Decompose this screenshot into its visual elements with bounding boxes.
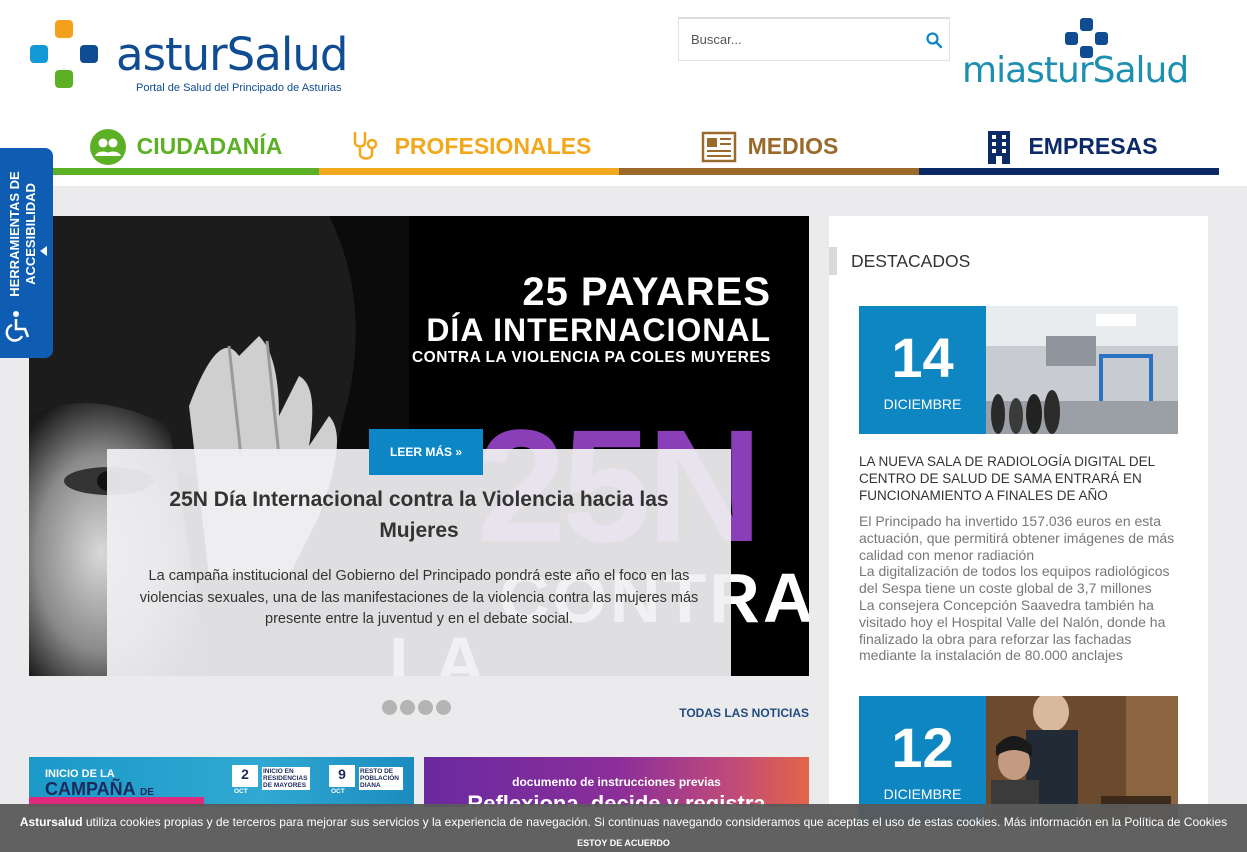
logo-subtitle: Portal de Salud del Principado de Asturi… bbox=[136, 82, 342, 94]
search-icon[interactable] bbox=[925, 31, 943, 49]
featured-month: Diciembre bbox=[883, 396, 962, 412]
logo-wordmark: asturSalud bbox=[116, 28, 348, 81]
nav-label: Profesionales bbox=[394, 133, 592, 159]
miastursalud-logo[interactable]: miasturSalud bbox=[962, 18, 1212, 92]
banner-text-word: CAMPAÑA bbox=[45, 779, 135, 799]
banner-date-label: RESTO DE POBLACIÓN DIANA bbox=[359, 767, 403, 790]
cookie-brand: Astursalud bbox=[19, 815, 83, 829]
site-header: asturSalud Portal de Salud del Principad… bbox=[0, 0, 1247, 186]
slider-dots bbox=[382, 700, 451, 715]
nav-underline bbox=[619, 168, 919, 175]
slider-dot[interactable] bbox=[400, 700, 415, 715]
nav-medios[interactable]: Medios bbox=[619, 118, 919, 175]
cookie-banner: Astursalud utiliza cookies propias y de … bbox=[0, 804, 1247, 852]
featured-item-image[interactable]: 14 Diciembre bbox=[859, 306, 1178, 434]
cookie-text: Astursalud utiliza cookies propias y de … bbox=[0, 815, 1247, 829]
newspaper-icon bbox=[700, 128, 738, 166]
featured-month: Diciembre bbox=[883, 786, 962, 802]
hero-headline-3: CONTRA LA VIOLENCIA PA COLES MUYERES bbox=[411, 349, 771, 366]
astursalud-cross-icon bbox=[30, 20, 98, 88]
search-box bbox=[678, 17, 950, 61]
nav-underline bbox=[319, 168, 619, 175]
stethoscope-icon bbox=[347, 128, 385, 166]
featured-title[interactable]: La nueva sala de radiología digital del … bbox=[859, 453, 1169, 504]
featured-heading: Destacados bbox=[829, 247, 970, 275]
nav-label: Ciudadanía bbox=[136, 133, 283, 159]
featured-bullet: El Principado ha invertido 157.036 euros… bbox=[859, 513, 1175, 563]
banner-text: documento de instrucciones previas bbox=[512, 775, 721, 789]
nav-label: Medios bbox=[747, 133, 839, 159]
slider-dot[interactable] bbox=[418, 700, 433, 715]
users-icon bbox=[89, 128, 127, 166]
accessibility-label: Herramientas de accesibilidad bbox=[7, 171, 38, 297]
hero-title[interactable]: 25N Día Internacional contra la Violenci… bbox=[151, 484, 687, 546]
all-news-link[interactable]: Todas las noticias bbox=[679, 706, 809, 720]
featured-bullet: La consejera Concepción Saavedra también… bbox=[859, 596, 1166, 664]
banner-date-month: OCT bbox=[331, 788, 345, 795]
cookie-accept-button[interactable]: Estoy de acuerdo bbox=[577, 838, 670, 848]
wheelchair-icon bbox=[5, 311, 30, 342]
featured-photo bbox=[986, 306, 1178, 434]
hero-headline-2: DÍA INTERNACIONAL bbox=[426, 312, 771, 348]
nav-underline bbox=[52, 168, 319, 175]
miastursalud-wordmark: miasturSalud bbox=[962, 50, 1189, 91]
caret-left-icon bbox=[40, 246, 47, 256]
read-more-button[interactable]: LEER MÁS » bbox=[369, 429, 483, 475]
nav-underline bbox=[919, 168, 1219, 175]
hero-headline-1: 25 PAYARES bbox=[522, 270, 771, 314]
astursalud-logo[interactable]: asturSalud Portal de Salud del Principad… bbox=[28, 18, 373, 98]
search-input[interactable] bbox=[679, 19, 909, 59]
banner-date-label: INICIO EN RESIDENCIAS DE MAYORES bbox=[262, 767, 310, 790]
featured-day: 14 bbox=[891, 326, 954, 389]
hero-description: La campaña institucional del Gobierno de… bbox=[139, 568, 699, 627]
vaccination-campaign-banner[interactable]: INICIO DE LA CAMPAÑA DE 2 OCT INICIO EN … bbox=[29, 757, 414, 807]
featured-summary: El Principado ha invertido 157.036 euros… bbox=[859, 513, 1177, 664]
instrucciones-previas-banner[interactable]: documento de instrucciones previas Refle… bbox=[424, 757, 809, 807]
slider-dot[interactable] bbox=[436, 700, 451, 715]
featured-sidebar: Destacados 14 Diciembre La nueva sala de… bbox=[829, 216, 1208, 824]
featured-bullet: La digitalización de todos los equipos r… bbox=[859, 563, 1170, 597]
nav-ciudadania[interactable]: Ciudadanía bbox=[52, 118, 319, 175]
featured-date: 14 Diciembre bbox=[859, 306, 986, 434]
cookie-message: utiliza cookies propias y de terceros pa… bbox=[82, 815, 1228, 829]
banner-date-month: OCT bbox=[234, 788, 248, 795]
building-icon bbox=[980, 128, 1018, 166]
nav-empresas[interactable]: Empresas bbox=[919, 118, 1219, 175]
accessibility-tools-tab[interactable]: Herramientas de accesibilidad bbox=[0, 148, 53, 358]
banner-date-day: 9 bbox=[329, 765, 355, 787]
slider-dot[interactable] bbox=[382, 700, 397, 715]
banner-date-day: 2 bbox=[232, 765, 258, 787]
featured-day: 12 bbox=[891, 716, 954, 779]
nav-profesionales[interactable]: Profesionales bbox=[319, 118, 619, 175]
nav-label: Empresas bbox=[1028, 133, 1158, 159]
